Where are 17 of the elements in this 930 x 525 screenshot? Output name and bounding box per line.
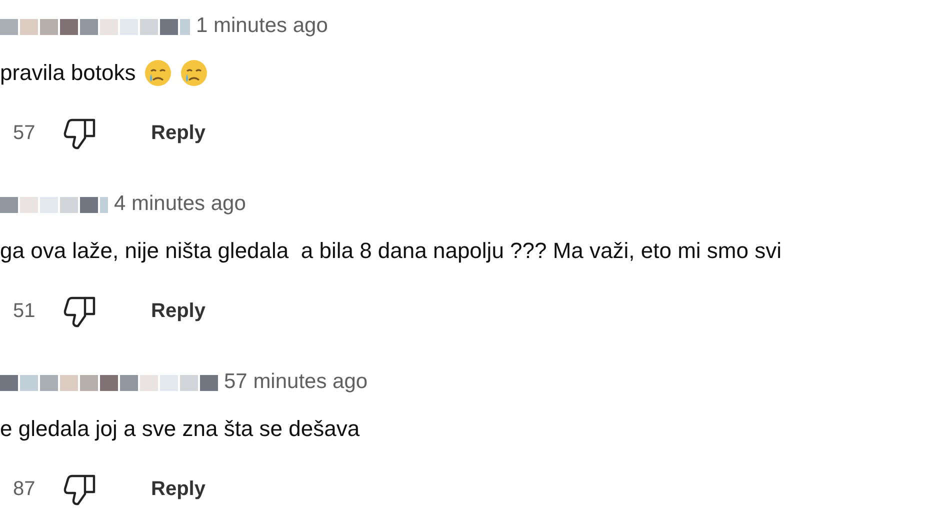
comment-time: 1 minutes ago [196,14,328,38]
dislike-icon[interactable] [63,116,97,150]
dislike-icon[interactable] [63,472,97,506]
comment-time: 4 minutes ago [114,192,246,216]
comment-time: 57 minutes ago [224,370,368,394]
dislike-icon[interactable] [63,294,97,328]
comment-text: pravila botoks [0,60,136,86]
like-count: 51 [13,300,36,322]
comment-text: e gledala joj a sve zna šta se dešava [0,416,360,442]
crying-emoji-icon [144,59,172,87]
reply-button[interactable]: Reply [145,296,212,326]
like-count: 87 [13,478,36,500]
reply-button[interactable]: Reply [145,118,212,148]
crying-emoji-icon [180,59,208,87]
comment-text: ga ova laže, nije ništa gledala a bila 8 dana napolju ??? Ma važi, eto mi smo svi [0,238,782,264]
like-count: 57 [13,122,36,144]
reply-button[interactable]: Reply [145,474,212,504]
